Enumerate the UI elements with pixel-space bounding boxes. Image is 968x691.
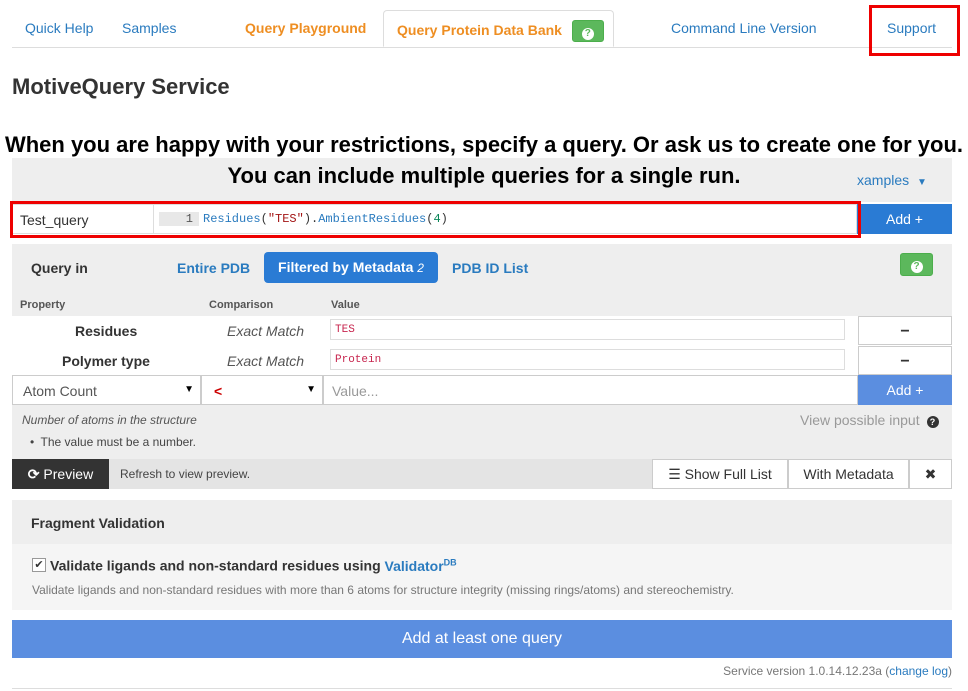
property-select[interactable]: Atom Count ▼	[12, 375, 201, 405]
close-paren: )	[948, 664, 952, 678]
tab-query-playground[interactable]: Query Playground	[245, 0, 366, 47]
tab-filtered-by-metadata[interactable]: Filtered by Metadata 2	[264, 252, 438, 283]
filter-value: TES	[330, 319, 845, 340]
remove-filter-button[interactable]: −	[858, 316, 952, 345]
remove-filter-button[interactable]: −	[858, 346, 952, 375]
validator-link-text: Validator	[384, 557, 444, 574]
property-select-value: Atom Count	[23, 383, 97, 399]
filter-count-badge: 2	[417, 261, 424, 275]
validation-title: Fragment Validation	[31, 515, 165, 531]
submit-button[interactable]: Add at least one query	[12, 620, 952, 658]
tab-command-line[interactable]: Command Line Version	[671, 0, 817, 47]
validation-description: Validate ligands and non-standard residu…	[32, 583, 734, 597]
annotation-text: When you are happy with your restriction…	[4, 132, 964, 188]
footer-divider	[12, 688, 952, 689]
validation-body	[12, 544, 952, 610]
refresh-text: Refresh to view preview.	[120, 467, 251, 481]
page-title: MotiveQuery Service	[12, 74, 230, 99]
query-row: Test_query 1 Residues("TES").AmbientResi…	[12, 204, 857, 234]
tab-support[interactable]: Support	[887, 0, 936, 47]
question-icon: ?	[910, 261, 923, 273]
version-text: Service version 1.0.14.12.23a (	[723, 664, 890, 678]
tab-samples[interactable]: Samples	[122, 0, 176, 47]
query-in-label: Query in	[31, 260, 88, 276]
comparison-select-value: <	[214, 383, 223, 399]
close-icon[interactable]: ✖	[909, 459, 952, 489]
value-input-placeholder: Value...	[332, 383, 379, 399]
validate-label: Validate ligands and non-standard residu…	[50, 557, 457, 574]
caret-down-icon: ▼	[306, 384, 316, 395]
validator-sup: DB	[443, 557, 457, 567]
tab-entire-pdb[interactable]: Entire PDB	[177, 260, 250, 276]
query-in-help-button[interactable]: ?	[900, 253, 933, 276]
header-property: Property	[20, 299, 66, 311]
preview-button[interactable]: ⟳ Preview	[12, 459, 109, 489]
value-input[interactable]: Value...	[323, 375, 858, 405]
change-log-link[interactable]: change log	[889, 664, 948, 678]
tab-query-pdb[interactable]: Query Protein Data Bank ?	[383, 10, 614, 47]
filter-note: • The value must be a number.	[30, 435, 196, 449]
help-button[interactable]: ?	[571, 20, 604, 43]
view-possible-input-link[interactable]: View possible input ?	[800, 412, 939, 428]
filter-value: Protein	[330, 349, 845, 370]
validate-checkbox[interactable]: ✔	[32, 558, 46, 572]
list-icon: ☰	[668, 466, 681, 482]
view-possible-label: View possible input	[800, 412, 920, 428]
filter-table-header	[12, 294, 952, 316]
query-code-editor[interactable]: Residues("TES").AmbientResidues(4)	[203, 212, 448, 226]
query-name-input[interactable]: Test_query	[20, 212, 88, 228]
validate-label-text: Validate ligands and non-standard residu…	[50, 557, 381, 574]
show-full-list-label: Show Full List	[684, 466, 772, 482]
filter-note-text: The value must be a number.	[40, 435, 196, 449]
divider	[153, 205, 154, 233]
add-query-button[interactable]: Add +	[857, 204, 952, 234]
top-nav: Quick Help Samples Query Playground Quer…	[12, 0, 952, 48]
code-number: 4	[433, 212, 441, 226]
tab-query-pdb-label: Query Protein Data Bank	[397, 22, 562, 38]
filter-property: Polymer type	[62, 353, 150, 369]
question-icon: ?	[581, 28, 594, 41]
comparison-select[interactable]: < ▼	[201, 375, 323, 405]
tab-filtered-label: Filtered by Metadata	[278, 259, 414, 275]
caret-down-icon: ▼	[184, 384, 194, 395]
filter-property: Residues	[75, 323, 138, 339]
header-comparison: Comparison	[209, 299, 274, 311]
code-argument: "TES"	[267, 212, 304, 226]
tab-quick-help[interactable]: Quick Help	[25, 0, 93, 47]
show-full-list-button[interactable]: ☰ Show Full List	[652, 459, 788, 489]
tab-pdb-id-list[interactable]: PDB ID List	[452, 260, 528, 276]
code-method: AmbientResidues	[318, 212, 427, 226]
with-metadata-button[interactable]: With Metadata	[788, 459, 909, 489]
filter-comparison: Exact Match	[227, 353, 305, 369]
code-function: Residues	[203, 212, 261, 226]
filter-description: Number of atoms in the structure	[22, 413, 197, 427]
question-icon: ?	[926, 416, 939, 428]
bullet-icon: •	[30, 435, 35, 449]
validator-link[interactable]: ValidatorDB	[384, 557, 457, 574]
header-value: Value	[331, 299, 360, 311]
line-number: 1	[159, 212, 199, 226]
add-filter-button[interactable]: Add +	[858, 375, 952, 405]
refresh-icon: ⟳	[27, 466, 40, 482]
footer-version: Service version 1.0.14.12.23a (change lo…	[723, 664, 952, 678]
filter-comparison: Exact Match	[227, 323, 305, 339]
preview-label: Preview	[43, 466, 94, 482]
